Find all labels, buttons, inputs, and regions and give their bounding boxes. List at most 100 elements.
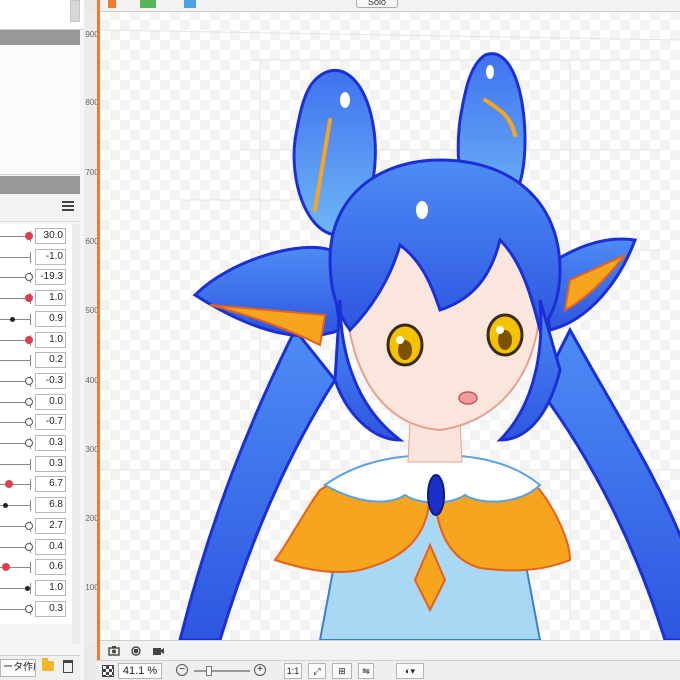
parameter-value-field[interactable]: -19.3 <box>35 269 66 286</box>
select-tool-icon[interactable] <box>108 0 116 8</box>
canvas[interactable] <box>100 0 680 640</box>
parameter-value-field[interactable]: 0.9 <box>35 310 66 327</box>
fit-width-icon[interactable]: ⊞ <box>332 663 352 679</box>
panel-title-bar[interactable] <box>0 30 80 45</box>
parameter-row[interactable]: 1.0 <box>0 578 80 598</box>
tool-panel <box>0 45 80 175</box>
parameter-slider-knob[interactable] <box>2 563 10 572</box>
parameter-row[interactable]: -19.3 <box>0 267 80 287</box>
parameter-slider-knob[interactable] <box>25 376 33 385</box>
parameters-header <box>0 194 80 222</box>
create-button[interactable]: ータ作成 <box>0 659 36 677</box>
camera-reset-icon[interactable] <box>130 645 142 656</box>
parameter-value-field[interactable]: 0.4 <box>35 538 66 555</box>
layer-tool-icon[interactable] <box>140 0 156 8</box>
flip-icon[interactable]: ⇋ <box>358 663 374 679</box>
zoom-field[interactable]: 41.1 % <box>118 663 162 679</box>
parameter-value-field[interactable]: -0.7 <box>35 414 66 431</box>
parameter-value-field[interactable]: 0.2 <box>35 352 66 369</box>
parameter-value-field[interactable]: 0.3 <box>35 455 66 472</box>
parameter-slider-knob[interactable] <box>25 418 33 427</box>
parameter-row[interactable]: 0.3 <box>0 599 80 619</box>
parameter-value-field[interactable]: 1.0 <box>35 290 66 307</box>
parameter-value-field[interactable]: 2.7 <box>35 517 66 534</box>
parameter-slider-end <box>30 313 31 325</box>
parameter-slider-end <box>30 562 31 574</box>
parameter-row[interactable]: 30.0 <box>0 226 80 246</box>
status-bar: 41.1 % − + 1:1 ⤢ ⊞ ⇋ ◐▾ <box>96 660 680 680</box>
parameter-slider-knob[interactable] <box>25 521 33 530</box>
parameter-row[interactable]: 0.2 <box>0 350 80 370</box>
parameter-slider-track[interactable] <box>0 463 30 465</box>
canvas-toolbar: Solo <box>100 0 680 12</box>
zoom-slider-thumb[interactable] <box>206 666 212 676</box>
parameter-row[interactable]: 2.7 <box>0 516 80 536</box>
fit-screen-icon[interactable]: ⤢ <box>308 663 326 679</box>
parameter-row[interactable]: 0.3 <box>0 454 80 474</box>
top-panel <box>0 0 84 30</box>
parameter-value-field[interactable]: 0.3 <box>35 435 66 451</box>
parameter-row[interactable]: 0.6 <box>0 557 80 577</box>
parameter-slider-end <box>30 355 31 367</box>
parameter-value-field[interactable]: 1.0 <box>35 579 66 596</box>
zoom-out-icon[interactable]: − <box>176 664 188 676</box>
parameter-row[interactable]: 0.0 <box>0 392 80 412</box>
panel-title-bar[interactable] <box>0 176 80 194</box>
parameter-list: 30.0 -1.0 -19.3 1.0 0.9 1.0 0.2 -0.3 0.0 -0.7 0.3 0… <box>0 224 80 624</box>
parameter-row[interactable]: -0.7 <box>0 412 80 432</box>
scrollbar[interactable] <box>70 0 80 22</box>
parameter-row[interactable]: 1.0 <box>0 330 80 350</box>
parameter-slider-track[interactable] <box>0 360 30 362</box>
mesh-tool-icon[interactable] <box>184 0 196 8</box>
hamburger-menu-icon[interactable] <box>62 201 74 211</box>
parameter-value-field[interactable]: -1.0 <box>35 248 66 265</box>
display-toggle-icon[interactable]: ◐▾ <box>396 663 424 679</box>
parameter-slider-knob[interactable] <box>25 397 33 406</box>
parameter-value-field[interactable]: 0.0 <box>35 393 66 410</box>
parameter-slider-knob[interactable] <box>25 232 33 240</box>
parameter-slider-knob[interactable] <box>25 273 33 282</box>
parameter-slider-knob[interactable] <box>25 294 33 303</box>
parameter-row[interactable]: 0.4 <box>0 537 80 557</box>
parameter-slider-knob[interactable] <box>5 480 13 489</box>
parameter-row[interactable]: -1.0 <box>0 247 80 267</box>
parameter-row[interactable]: 6.7 <box>0 474 80 494</box>
checkerboard-toggle-icon[interactable] <box>102 665 114 677</box>
parameter-value-field[interactable]: 6.7 <box>35 476 66 493</box>
parameter-slider-knob[interactable] <box>25 604 33 613</box>
parameter-value-field[interactable]: 0.6 <box>35 559 66 576</box>
zoom-slider[interactable] <box>194 670 250 672</box>
zoom-ratio-button[interactable]: 1:1 <box>284 663 302 679</box>
folder-icon[interactable] <box>42 658 54 671</box>
scrollbar[interactable] <box>72 224 80 644</box>
trash-icon[interactable] <box>63 660 73 673</box>
parameter-slider-knob[interactable] <box>10 316 15 322</box>
character-artwork <box>100 0 680 640</box>
camera-icon[interactable] <box>108 645 120 656</box>
zoom-unit: % <box>147 665 158 677</box>
parameter-row[interactable]: 0.3 <box>0 433 80 453</box>
zoom-in-icon[interactable]: + <box>254 664 266 676</box>
parameter-slider-knob[interactable] <box>3 503 8 509</box>
parameter-slider-end <box>30 582 31 594</box>
zoom-value: 41.1 <box>122 665 145 677</box>
parameter-row[interactable]: -0.3 <box>0 371 80 391</box>
parameter-slider-knob[interactable] <box>25 542 33 551</box>
parameter-value-field[interactable]: 30.0 <box>35 228 66 244</box>
solo-button[interactable]: Solo <box>356 0 398 8</box>
parameter-slider-track[interactable] <box>0 256 30 258</box>
canvas-bottom-toolbar <box>100 640 680 660</box>
parameter-value-field[interactable]: 1.0 <box>35 331 66 348</box>
parameter-row[interactable]: 6.8 <box>0 495 80 515</box>
video-camera-icon[interactable] <box>152 645 164 656</box>
parameter-value-field[interactable]: -0.3 <box>35 372 66 389</box>
parameter-row[interactable]: 0.9 <box>0 309 80 329</box>
parameter-slider-track[interactable] <box>0 318 30 320</box>
parameter-value-field[interactable]: 0.3 <box>35 600 66 617</box>
parameter-slider-knob[interactable] <box>25 335 33 344</box>
parameter-row[interactable]: 1.0 <box>0 288 80 308</box>
parameter-slider-knob[interactable] <box>25 439 33 447</box>
parameter-slider-end <box>30 458 31 470</box>
parameter-value-field[interactable]: 6.8 <box>35 497 66 514</box>
parameter-slider-knob[interactable] <box>25 585 30 591</box>
